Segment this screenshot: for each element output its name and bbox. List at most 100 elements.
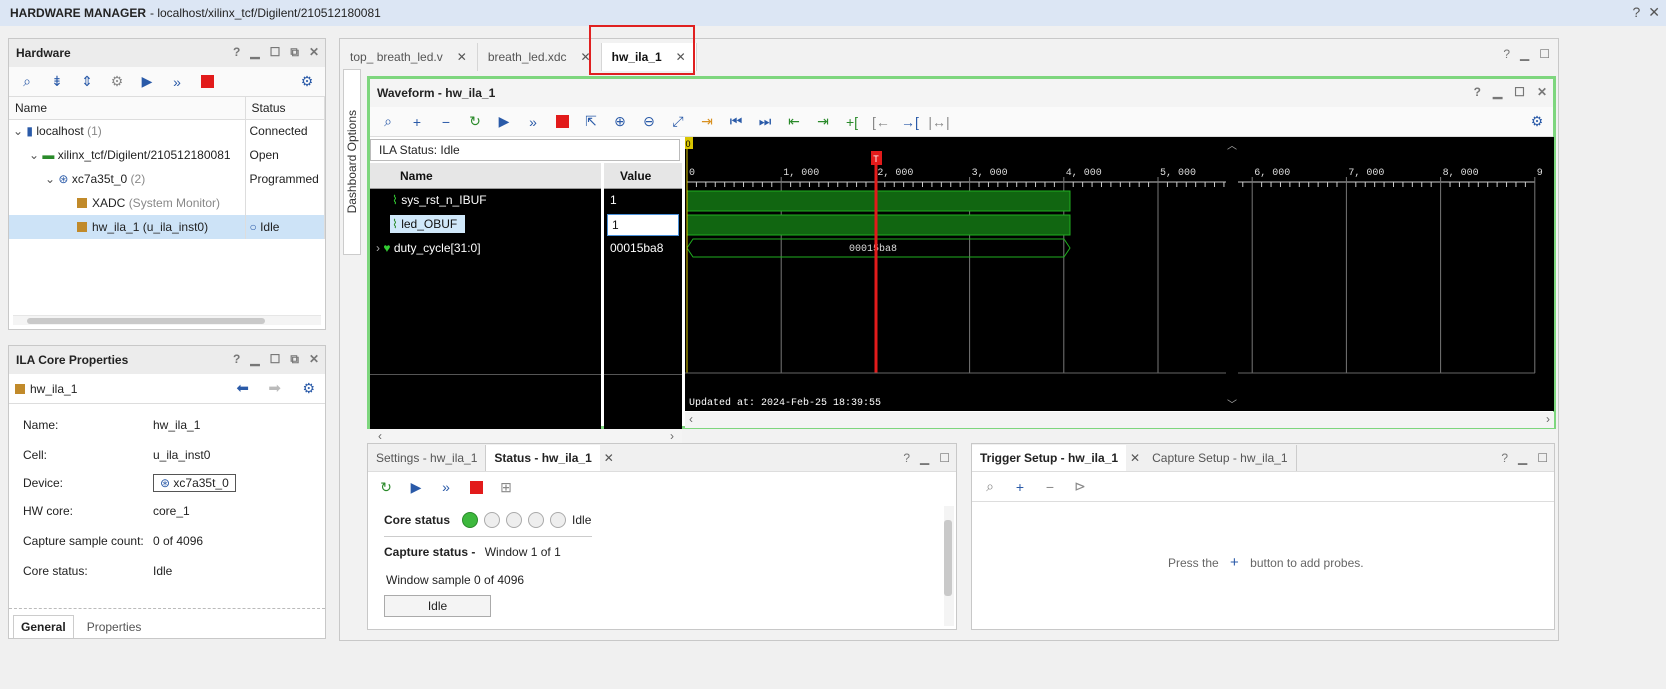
minimize-icon[interactable]: ▁ bbox=[920, 451, 929, 465]
go-to-cursor-icon[interactable]: ⇥ bbox=[695, 111, 719, 133]
tree-row-localhost[interactable]: ⌄ ▮ localhost (1) Connected bbox=[9, 119, 325, 143]
names-hscroll[interactable]: ‹ › bbox=[370, 429, 682, 443]
maximize-icon[interactable]: ☐ bbox=[270, 45, 281, 59]
next-marker-icon[interactable]: →[ bbox=[898, 111, 922, 133]
swap-cursors-icon[interactable]: |↔| bbox=[927, 111, 951, 133]
gear-icon[interactable]: ⚙ bbox=[295, 71, 319, 93]
horizontal-scrollbar[interactable] bbox=[13, 315, 321, 325]
close-icon[interactable]: ✕ bbox=[309, 45, 319, 59]
expand-all-icon[interactable]: ⇕ bbox=[75, 71, 99, 93]
minimize-icon[interactable]: ▁ bbox=[250, 45, 259, 59]
search-icon[interactable]: ⌕ bbox=[15, 71, 39, 93]
tab-properties[interactable]: Properties bbox=[80, 616, 149, 638]
run-trigger-icon[interactable]: ▶ bbox=[404, 476, 428, 498]
close-icon[interactable]: ✕ bbox=[309, 352, 319, 366]
export-icon[interactable]: ⇱ bbox=[579, 111, 603, 133]
zoom-fit-icon[interactable]: ⤢ bbox=[666, 111, 690, 133]
zoom-in-icon[interactable]: ⊕ bbox=[608, 111, 632, 133]
tree-row-hw-ila[interactable]: hw_ila_1 (u_ila_inst0) ○ Idle bbox=[9, 215, 325, 239]
close-icon[interactable]: ✕ bbox=[600, 445, 618, 471]
waveform-canvas[interactable]: 0 1, 000 2, 000 3, 000 4, 000 5, 000 6, 000 7, … bbox=[685, 137, 1554, 411]
signal-row-sys-rst[interactable]: ⌇ sys_rst_n_IBUF bbox=[370, 189, 601, 213]
device-link[interactable]: ⊛ xc7a35t_0 bbox=[153, 474, 236, 492]
signal-value-selected[interactable]: 1 bbox=[607, 214, 679, 236]
auto-connect-icon[interactable]: ⚙ bbox=[105, 71, 129, 93]
previous-marker-icon[interactable]: [← bbox=[869, 111, 893, 133]
auto-retrigger-icon[interactable]: ↻ bbox=[374, 476, 398, 498]
zoom-out-icon[interactable]: ⊖ bbox=[637, 111, 661, 133]
col-name[interactable]: Name bbox=[9, 97, 246, 120]
search-icon[interactable]: ⌕ bbox=[376, 111, 400, 133]
maximize-icon[interactable]: ☐ bbox=[270, 352, 281, 366]
gear-icon[interactable]: ⚙ bbox=[1525, 111, 1549, 133]
add-marker-icon[interactable]: +[ bbox=[840, 111, 864, 133]
run-immediate-icon[interactable]: » bbox=[521, 111, 545, 133]
tab-settings[interactable]: Settings - hw_ila_1 bbox=[368, 445, 487, 471]
gear-icon[interactable]: ⚙ bbox=[302, 380, 315, 397]
search-icon[interactable]: ⌕ bbox=[978, 476, 1002, 498]
close-icon[interactable]: ✕ bbox=[1537, 85, 1547, 99]
dashboard-options-tab[interactable]: Dashboard Options bbox=[343, 69, 361, 255]
run-immediate-icon[interactable]: » bbox=[434, 476, 458, 498]
tab-general[interactable]: General bbox=[13, 615, 74, 638]
previous-transition-icon[interactable]: ⇤ bbox=[782, 111, 806, 133]
value-header[interactable]: Value bbox=[604, 163, 682, 189]
help-icon[interactable]: ? bbox=[1474, 85, 1481, 99]
auto-retrigger-icon[interactable]: ↻ bbox=[463, 111, 487, 133]
maximize-icon[interactable]: ☐ bbox=[1539, 47, 1550, 61]
waveform-vscroll[interactable]: ︿ ﹀ bbox=[1226, 137, 1238, 411]
help-icon[interactable]: ? bbox=[903, 451, 910, 465]
remove-probe-icon[interactable]: − bbox=[1038, 476, 1062, 498]
add-probe-icon[interactable]: + bbox=[1008, 476, 1032, 498]
minimize-icon[interactable]: ▁ bbox=[250, 352, 259, 366]
minimize-icon[interactable]: ▁ bbox=[1520, 47, 1529, 61]
run-immediate-icon[interactable]: » bbox=[165, 71, 189, 93]
signal-row-duty-cycle[interactable]: › ♥ duty_cycle[31:0] bbox=[370, 237, 601, 261]
help-icon[interactable]: ? bbox=[233, 352, 240, 366]
tab-trigger-setup[interactable]: Trigger Setup - hw_ila_1 bbox=[972, 445, 1127, 471]
tab-capture-setup[interactable]: Capture Setup - hw_ila_1 bbox=[1144, 445, 1297, 471]
help-icon[interactable]: ? bbox=[233, 45, 240, 59]
back-arrow-icon[interactable]: ⬅ bbox=[236, 379, 249, 397]
help-icon[interactable]: ? bbox=[1632, 4, 1640, 21]
collapse-all-icon[interactable]: ⇟ bbox=[45, 71, 69, 93]
minimize-icon[interactable]: ▁ bbox=[1518, 451, 1527, 465]
maximize-icon[interactable]: ☐ bbox=[1514, 85, 1525, 99]
float-icon[interactable]: ⧉ bbox=[290, 45, 299, 59]
help-icon[interactable]: ? bbox=[1501, 451, 1508, 465]
run-trigger-icon[interactable]: ▶ bbox=[492, 111, 516, 133]
scroll-thumb[interactable] bbox=[27, 318, 265, 324]
tab-status[interactable]: Status - hw_ila_1 bbox=[486, 445, 600, 471]
remove-icon[interactable]: − bbox=[434, 111, 458, 133]
forward-arrow-icon[interactable]: ➡ bbox=[268, 379, 281, 397]
close-icon[interactable]: ✕ bbox=[1648, 4, 1660, 21]
signal-row-led[interactable]: ⌇ led_OBUF bbox=[370, 213, 601, 237]
col-status[interactable]: Status bbox=[245, 97, 325, 120]
idle-button[interactable]: Idle bbox=[384, 595, 491, 617]
help-icon[interactable]: ? bbox=[1503, 47, 1510, 61]
tab-breath-led-xdc[interactable]: breath_led.xdc ✕ bbox=[478, 43, 602, 71]
tables-icon[interactable]: ⊞ bbox=[494, 476, 518, 498]
stop-icon[interactable] bbox=[550, 111, 574, 133]
waveform-trace-led[interactable] bbox=[686, 214, 1071, 236]
go-to-start-icon[interactable]: ⏮ bbox=[724, 111, 748, 133]
tab-top-breath-led[interactable]: top_ breath_led.v ✕ bbox=[340, 43, 478, 71]
name-header[interactable]: Name bbox=[370, 163, 601, 189]
stop-icon[interactable] bbox=[195, 71, 219, 93]
maximize-icon[interactable]: ☐ bbox=[1537, 451, 1548, 465]
close-icon[interactable]: ✕ bbox=[1126, 445, 1144, 471]
waveform-trace-sys-rst[interactable] bbox=[686, 190, 1071, 212]
tree-row-target[interactable]: ⌄ ▬ xilinx_tcf/Digilent/210512180081 Ope… bbox=[9, 143, 325, 167]
minimize-icon[interactable]: ▁ bbox=[1493, 85, 1502, 99]
add-icon[interactable]: + bbox=[405, 111, 429, 133]
go-to-end-icon[interactable]: ⏭ bbox=[753, 111, 777, 133]
float-icon[interactable]: ⧉ bbox=[290, 352, 299, 366]
next-transition-icon[interactable]: ⇥ bbox=[811, 111, 835, 133]
trigger-condition-icon[interactable]: ⊳ bbox=[1068, 476, 1092, 498]
maximize-icon[interactable]: ☐ bbox=[939, 451, 950, 465]
add-icon[interactable]: + bbox=[1230, 554, 1239, 571]
waveform-hscroll[interactable]: ‹ › bbox=[685, 412, 1554, 428]
run-trigger-icon[interactable]: ▶ bbox=[135, 71, 159, 93]
stop-icon[interactable] bbox=[464, 476, 488, 498]
tree-row-xadc[interactable]: XADC (System Monitor) bbox=[9, 191, 325, 215]
